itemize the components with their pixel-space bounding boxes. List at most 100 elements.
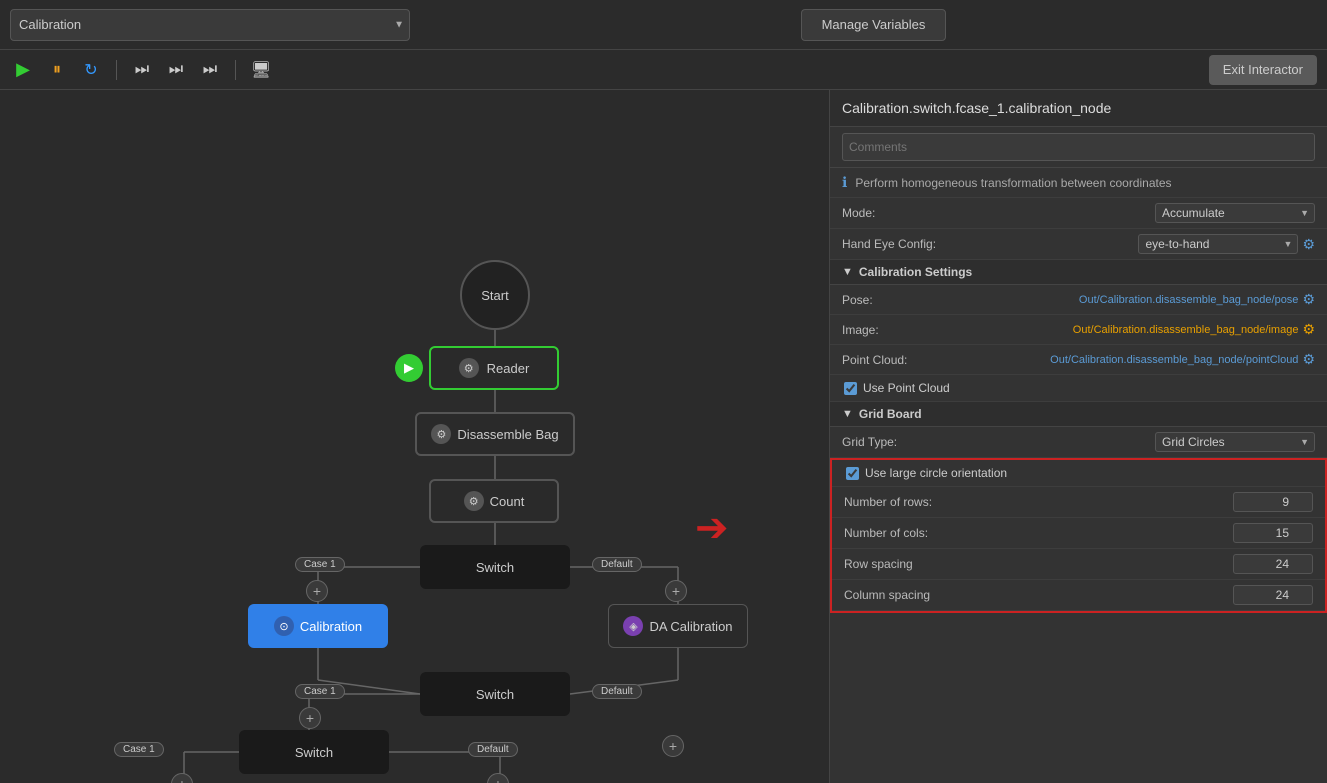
top-bar-center: Manage Variables (420, 9, 1327, 41)
da-calibration1-node[interactable]: ◈ DA Calibration (608, 604, 748, 648)
project-dropdown-wrap: Calibration (0, 9, 420, 41)
large-circle-row: Use large circle orientation (832, 460, 1325, 487)
hand-eye-select[interactable]: eye-to-hand (1138, 234, 1298, 254)
mode-value: Accumulate (972, 203, 1315, 223)
hand-eye-row: Hand Eye Config: eye-to-hand ⚙ (830, 229, 1327, 260)
manage-variables-button[interactable]: Manage Variables (801, 9, 947, 41)
pose-value: Out/Calibration.disassemble_bag_node/pos… (972, 291, 1315, 308)
calibration1-node[interactable]: ⊙ Calibration (248, 604, 388, 648)
count-icon: ⚙ (464, 491, 484, 511)
point-cloud-link[interactable]: Out/Calibration.disassemble_bag_node/poi… (1050, 354, 1298, 366)
image-value: Out/Calibration.disassemble_bag_node/ima… (972, 321, 1315, 338)
flow-canvas[interactable]: Start ▶ ⚙ Reader ⚙ Disassemble Bag ⚙ Cou… (0, 90, 829, 783)
mode-row: Mode: Accumulate (830, 198, 1327, 229)
comments-field (830, 127, 1327, 168)
da-calibration1-icon: ◈ (623, 616, 643, 636)
separator-2 (235, 60, 236, 80)
refresh-button[interactable]: ↻ (78, 57, 104, 83)
use-point-cloud-label: Use Point Cloud (863, 381, 950, 395)
case1-badge-3: Case 1 (114, 742, 164, 757)
case1-badge-1: Case 1 (295, 557, 345, 572)
mode-select[interactable]: Accumulate (1155, 203, 1315, 223)
grid-board-arrow: ▼ (842, 408, 853, 420)
image-link[interactable]: Out/Calibration.disassemble_bag_node/ima… (1073, 324, 1299, 336)
use-point-cloud-row: Use Point Cloud (830, 375, 1327, 402)
toolbar: ▶ ⏸ ↻ ⏭ ⏭ ⏭ 🖥 Exit Interactor (0, 50, 1327, 90)
reader-play-icon[interactable]: ▶ (395, 354, 423, 382)
num-cols-input[interactable] (1233, 523, 1313, 543)
calibration1-icon: ⊙ (274, 616, 294, 636)
start-node[interactable]: Start (460, 260, 530, 330)
fast-forward-button[interactable]: ⏭ (163, 57, 189, 83)
image-link-icon[interactable]: ⚙ (1302, 321, 1315, 338)
row-spacing-row: Row spacing (832, 549, 1325, 580)
comments-input[interactable] (842, 133, 1315, 161)
col-spacing-row: Column spacing (832, 580, 1325, 611)
play-button[interactable]: ▶ (10, 57, 36, 83)
step-button[interactable]: ⏭ (129, 57, 155, 83)
separator-1 (116, 60, 117, 80)
grid-board-header[interactable]: ▼ Grid Board (830, 402, 1327, 427)
row-spacing-input[interactable] (1233, 554, 1313, 574)
plus-circle-3[interactable]: + (299, 707, 321, 729)
plus-circle-1[interactable]: + (306, 580, 328, 602)
default-badge-1: Default (592, 557, 642, 572)
switch1-label: Switch (476, 560, 514, 575)
da-calibration1-label: DA Calibration (649, 619, 732, 634)
right-panel: Calibration.switch.fcase_1.calibration_n… (829, 90, 1327, 783)
pose-link[interactable]: Out/Calibration.disassemble_bag_node/pos… (1079, 294, 1299, 306)
disassemble-icon: ⚙ (431, 424, 451, 444)
grid-type-row: Grid Type: Grid Circles (830, 427, 1327, 458)
default-badge-3: Default (468, 742, 518, 757)
plus-circle-4[interactable]: + (171, 773, 193, 783)
disassemble-label: Disassemble Bag (457, 427, 558, 442)
hand-eye-select-wrap: eye-to-hand (1138, 234, 1298, 254)
info-row: ℹ Perform homogeneous transformation bet… (830, 168, 1327, 198)
switch1-node[interactable]: Switch (420, 545, 570, 589)
point-cloud-row: Point Cloud: Out/Calibration.disassemble… (830, 345, 1327, 375)
switch2-label: Switch (476, 687, 514, 702)
point-cloud-value: Out/Calibration.disassemble_bag_node/poi… (972, 351, 1315, 368)
plus-circle-2[interactable]: + (665, 580, 687, 602)
reader-node[interactable]: ⚙ Reader (429, 346, 559, 390)
large-circle-label: Use large circle orientation (865, 466, 1007, 480)
case1-badge-2: Case 1 (295, 684, 345, 699)
camera-button[interactable]: 🖥 (248, 57, 274, 83)
pause-button[interactable]: ⏸ (44, 57, 70, 83)
num-rows-input[interactable] (1233, 492, 1313, 512)
grid-type-select[interactable]: Grid Circles (1155, 432, 1315, 452)
grid-type-select-wrap: Grid Circles (1155, 432, 1315, 452)
reader-label: Reader (487, 361, 530, 376)
grid-type-value: Grid Circles (972, 432, 1315, 452)
calibration1-label: Calibration (300, 619, 362, 634)
pose-row: Pose: Out/Calibration.disassemble_bag_no… (830, 285, 1327, 315)
plus-circle-6[interactable]: + (662, 735, 684, 757)
switch3-label: Switch (295, 745, 333, 760)
mode-select-wrap: Accumulate (1155, 203, 1315, 223)
count-node[interactable]: ⚙ Count (429, 479, 559, 523)
count-label: Count (490, 494, 525, 509)
num-rows-row: Number of rows: (832, 487, 1325, 518)
plus-circle-5[interactable]: + (487, 773, 509, 783)
hand-eye-link-icon[interactable]: ⚙ (1302, 236, 1315, 253)
use-point-cloud-checkbox[interactable] (844, 382, 857, 395)
panel-title: Calibration.switch.fcase_1.calibration_n… (830, 90, 1327, 127)
reader-icon: ⚙ (459, 358, 479, 378)
project-dropdown[interactable]: Calibration (10, 9, 410, 41)
num-cols-row: Number of cols: (832, 518, 1325, 549)
exit-interactor-button[interactable]: Exit Interactor (1209, 55, 1317, 85)
calib-settings-arrow: ▼ (842, 266, 853, 278)
disassemble-bag-node[interactable]: ⚙ Disassemble Bag (415, 412, 575, 456)
switch2-node[interactable]: Switch (420, 672, 570, 716)
calib-settings-header[interactable]: ▼ Calibration Settings (830, 260, 1327, 285)
pose-link-icon[interactable]: ⚙ (1302, 291, 1315, 308)
info-icon: ℹ (842, 174, 847, 191)
large-circle-checkbox[interactable] (846, 467, 859, 480)
point-cloud-link-icon[interactable]: ⚙ (1302, 351, 1315, 368)
record-button[interactable]: ⏭ (197, 57, 223, 83)
col-spacing-input[interactable] (1233, 585, 1313, 605)
red-arrow-icon: ➔ (695, 506, 729, 550)
image-row: Image: Out/Calibration.disassemble_bag_n… (830, 315, 1327, 345)
top-bar: Calibration Manage Variables (0, 0, 1327, 50)
switch3-node[interactable]: Switch (239, 730, 389, 774)
